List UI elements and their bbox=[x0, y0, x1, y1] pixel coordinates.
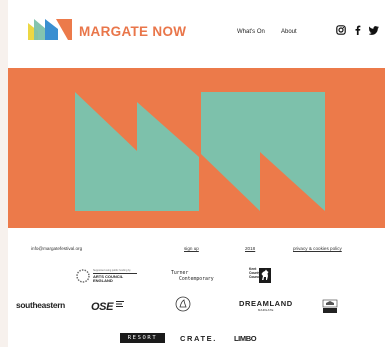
sign-up-link[interactable]: sign up bbox=[184, 246, 199, 251]
facebook-icon[interactable] bbox=[353, 25, 363, 35]
ose-logo[interactable]: OSE bbox=[91, 297, 124, 313]
ose-lines-icon bbox=[116, 301, 124, 307]
twitter-icon[interactable] bbox=[369, 25, 379, 35]
resort-logo[interactable]: RESORT bbox=[120, 333, 165, 343]
turner-line2: Contemporary bbox=[179, 277, 214, 282]
arts-council-icon bbox=[76, 269, 90, 283]
contact-email[interactable]: info@margatefestival.org bbox=[31, 246, 82, 251]
arts-council-logo[interactable]: Supported using public funding by ARTS C… bbox=[75, 268, 137, 284]
crate-logo[interactable]: CRATE. bbox=[180, 334, 217, 343]
bird-emblem-logo[interactable] bbox=[175, 296, 191, 312]
southeastern-text: southeastern bbox=[16, 300, 65, 310]
dalek-icon bbox=[322, 299, 338, 313]
dalek-logo[interactable] bbox=[322, 298, 338, 314]
dreamland-logo[interactable]: DREAMLAND MARGATE bbox=[239, 300, 293, 313]
privacy-policy-link[interactable]: privacy & cookies policy bbox=[293, 246, 342, 251]
arts-council-line2: ENGLAND bbox=[93, 278, 113, 283]
hero-banner bbox=[8, 68, 385, 228]
southeastern-logo[interactable]: southeastern bbox=[16, 300, 65, 310]
kent-county-council-logo[interactable]: Kent County Council bbox=[249, 267, 272, 284]
hero-mn-graphic bbox=[75, 92, 325, 211]
ose-text: OSE bbox=[91, 301, 114, 313]
nav-whats-on[interactable]: What's On bbox=[237, 29, 265, 35]
kent-horse-icon bbox=[259, 268, 271, 283]
instagram-icon[interactable] bbox=[336, 25, 346, 35]
turner-contemporary-logo[interactable]: Turner Contemporary bbox=[171, 271, 214, 283]
year-link[interactable]: 2018 bbox=[245, 246, 255, 251]
brand-name[interactable]: MARGATE NOW bbox=[79, 24, 186, 39]
mn-logo-icon[interactable] bbox=[28, 19, 72, 40]
nav-about[interactable]: About bbox=[281, 29, 297, 35]
limbo-logo[interactable]: LIMBO bbox=[234, 334, 257, 343]
page: MARGATE NOW What's On About info@margate… bbox=[8, 0, 385, 347]
